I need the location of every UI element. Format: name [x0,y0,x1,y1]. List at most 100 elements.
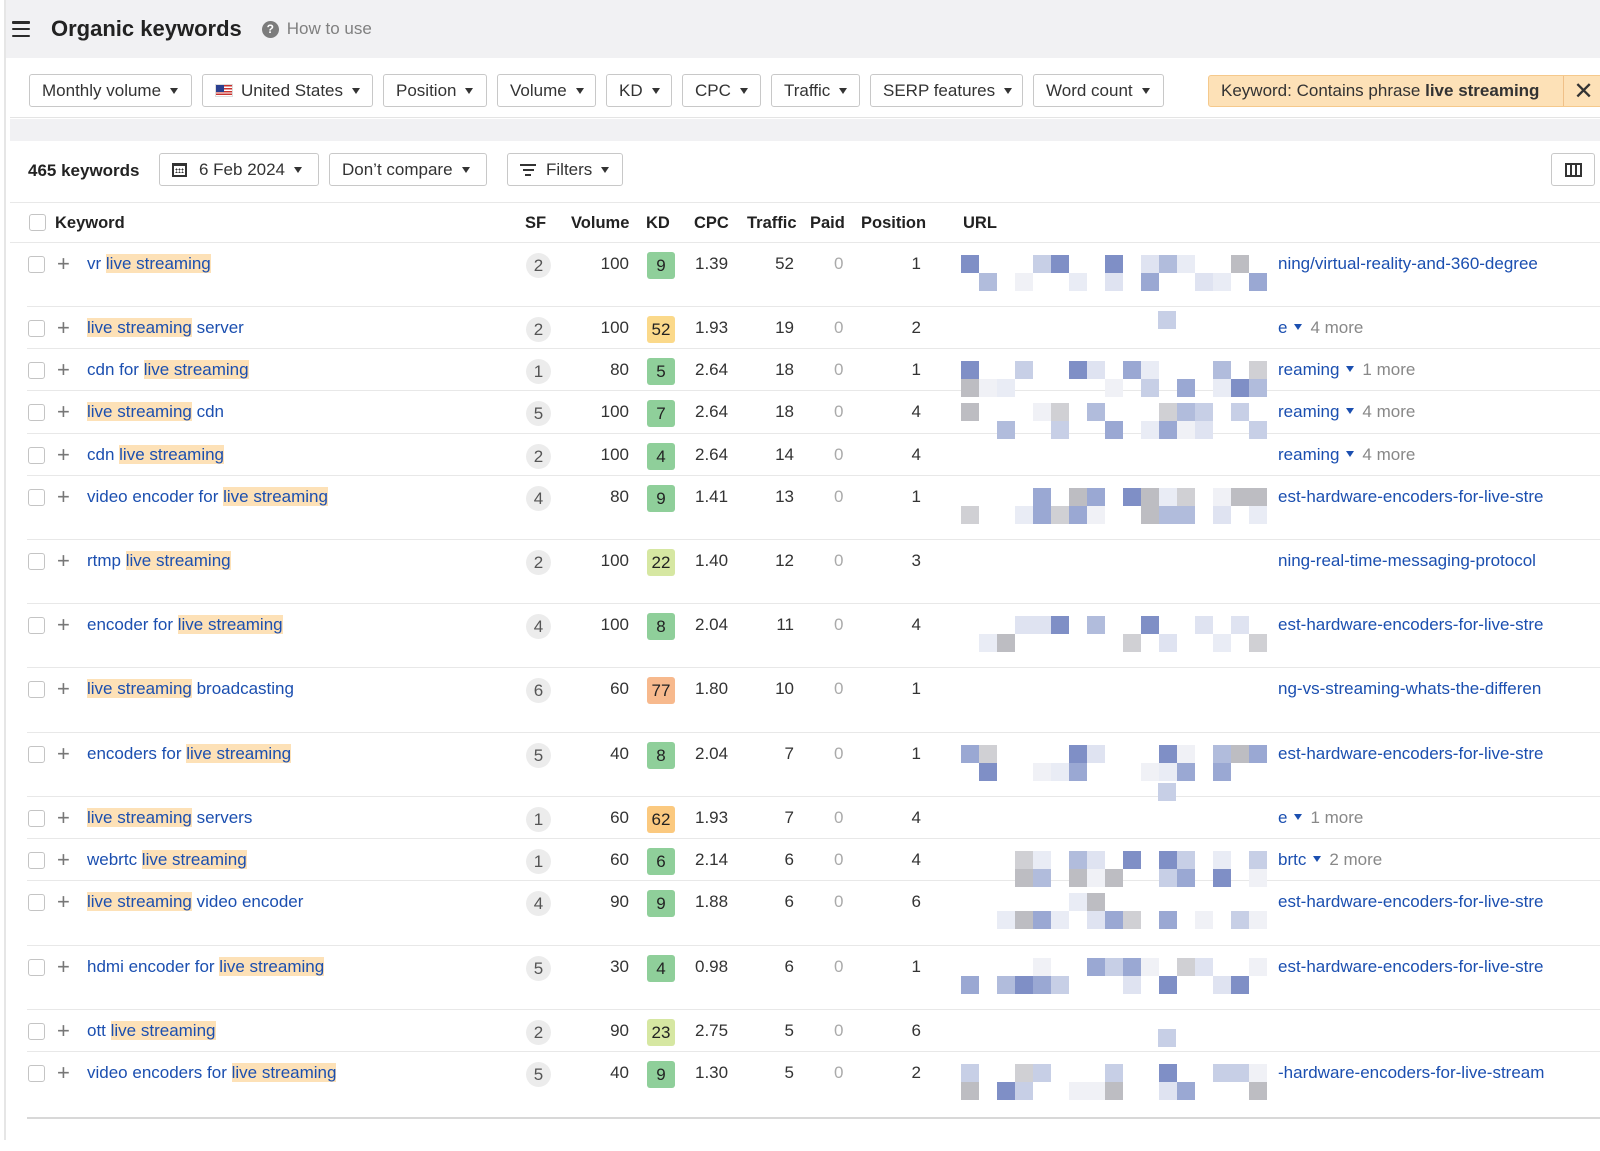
filters-button[interactable]: Filters [507,153,623,186]
sf-badge[interactable]: 2 [526,1020,551,1045]
add-keyword-icon[interactable]: + [57,317,70,339]
keyword-link[interactable]: video encoders for live streaming [87,1063,337,1083]
cpc-filter[interactable]: CPC [682,74,761,107]
more-urls-link[interactable]: 1 more [1310,808,1363,827]
traffic-filter[interactable]: Traffic [771,74,860,107]
row-checkbox[interactable] [28,617,45,634]
add-keyword-icon[interactable]: + [57,743,70,765]
sf-badge[interactable]: 4 [526,486,551,511]
row-checkbox[interactable] [28,894,45,911]
row-checkbox[interactable] [28,404,45,421]
add-keyword-icon[interactable]: + [57,359,70,381]
add-keyword-icon[interactable]: + [57,1062,70,1084]
add-keyword-icon[interactable]: + [57,1020,70,1042]
url-link[interactable]: ng-vs-streaming-whats-the-differen [1278,679,1541,699]
row-checkbox[interactable] [28,681,45,698]
sf-badge[interactable]: 6 [526,678,551,703]
keyword-link[interactable]: webrtc live streaming [87,850,247,870]
header-cpc[interactable]: CPC [694,214,729,233]
add-keyword-icon[interactable]: + [57,486,70,508]
row-checkbox[interactable] [28,810,45,827]
more-urls-link[interactable]: 4 more [1310,318,1363,337]
header-position[interactable]: Position [861,214,926,233]
url-dropdown-icon[interactable] [1294,814,1303,820]
serp-features-filter[interactable]: SERP features [870,74,1023,107]
url-link[interactable]: ning/virtual-reality-and-360-degree [1278,254,1538,274]
url-link[interactable]: reaming 4 more [1278,445,1415,465]
url-link[interactable]: est-hardware-encoders-for-live-stre [1278,957,1543,977]
menu-icon[interactable] [12,21,30,37]
url-link[interactable]: ning-real-time-messaging-protocol [1278,551,1536,571]
sf-badge[interactable]: 4 [526,614,551,639]
keyword-filter-chip[interactable]: Keyword: Contains phrase live streaming … [1208,75,1600,107]
add-keyword-icon[interactable]: + [57,956,70,978]
header-traffic[interactable]: Traffic [747,214,797,233]
header-sf[interactable]: SF [525,214,546,233]
row-checkbox[interactable] [28,959,45,976]
header-paid[interactable]: Paid [810,214,845,233]
keyword-link[interactable]: live streaming broadcasting [87,679,294,699]
add-keyword-icon[interactable]: + [57,444,70,466]
keyword-link[interactable]: rtmp live streaming [87,551,231,571]
row-checkbox[interactable] [28,489,45,506]
compare-dropdown[interactable]: Don’t compare [329,153,487,186]
kd-filter[interactable]: KD [606,74,672,107]
more-urls-link[interactable]: 4 more [1362,402,1415,421]
sf-badge[interactable]: 2 [526,550,551,575]
row-checkbox[interactable] [28,746,45,763]
header-url[interactable]: URL [963,214,997,233]
url-dropdown-icon[interactable] [1346,366,1355,372]
row-checkbox[interactable] [28,447,45,464]
keyword-link[interactable]: cdn for live streaming [87,360,249,380]
sf-badge[interactable]: 5 [526,401,551,426]
header-keyword[interactable]: Keyword [55,214,125,233]
header-volume[interactable]: Volume [571,214,629,233]
add-keyword-icon[interactable]: + [57,891,70,913]
keyword-link[interactable]: hdmi encoder for live streaming [87,957,325,977]
url-link[interactable]: est-hardware-encoders-for-live-stre [1278,487,1543,507]
sf-badge[interactable]: 5 [526,1062,551,1087]
url-link[interactable]: est-hardware-encoders-for-live-stre [1278,744,1543,764]
url-link[interactable]: est-hardware-encoders-for-live-stre [1278,892,1543,912]
keyword-link[interactable]: ott live streaming [87,1021,216,1041]
select-all-checkbox[interactable] [29,214,46,231]
row-checkbox[interactable] [28,852,45,869]
url-link[interactable]: brtc 2 more [1278,850,1382,870]
url-link[interactable]: reaming 1 more [1278,360,1415,380]
url-link[interactable]: reaming 4 more [1278,402,1415,422]
url-dropdown-icon[interactable] [1294,324,1303,330]
keyword-link[interactable]: live streaming video encoder [87,892,303,912]
keyword-link[interactable]: encoder for live streaming [87,615,283,635]
sf-badge[interactable]: 5 [526,743,551,768]
position-filter[interactable]: Position [383,74,487,107]
url-link[interactable]: -hardware-encoders-for-live-stream [1278,1063,1544,1083]
columns-button[interactable] [1551,153,1595,186]
sf-badge[interactable]: 4 [526,891,551,916]
sf-badge[interactable]: 1 [526,849,551,874]
sf-badge[interactable]: 1 [526,359,551,384]
add-keyword-icon[interactable]: + [57,253,70,275]
more-urls-link[interactable]: 2 more [1329,850,1382,869]
country-dropdown[interactable]: United States [202,74,373,107]
keyword-link[interactable]: video encoder for live streaming [87,487,328,507]
date-picker[interactable]: 6 Feb 2024 [159,153,319,186]
monthly-volume-dropdown[interactable]: Monthly volume [29,74,192,107]
row-checkbox[interactable] [28,362,45,379]
volume-filter[interactable]: Volume [497,74,596,107]
keyword-link[interactable]: live streaming servers [87,808,252,828]
word-count-filter[interactable]: Word count [1033,74,1164,107]
row-checkbox[interactable] [28,256,45,273]
url-link[interactable]: e 1 more [1278,808,1363,828]
sf-badge[interactable]: 1 [526,807,551,832]
sf-badge[interactable]: 2 [526,317,551,342]
add-keyword-icon[interactable]: + [57,807,70,829]
add-keyword-icon[interactable]: + [57,849,70,871]
sf-badge[interactable]: 2 [526,253,551,278]
how-to-use-link[interactable]: ? How to use [261,19,372,39]
url-dropdown-icon[interactable] [1313,856,1322,862]
keyword-link[interactable]: live streaming server [87,318,244,338]
url-dropdown-icon[interactable] [1346,408,1355,414]
url-dropdown-icon[interactable] [1346,451,1355,457]
add-keyword-icon[interactable]: + [57,678,70,700]
add-keyword-icon[interactable]: + [57,401,70,423]
